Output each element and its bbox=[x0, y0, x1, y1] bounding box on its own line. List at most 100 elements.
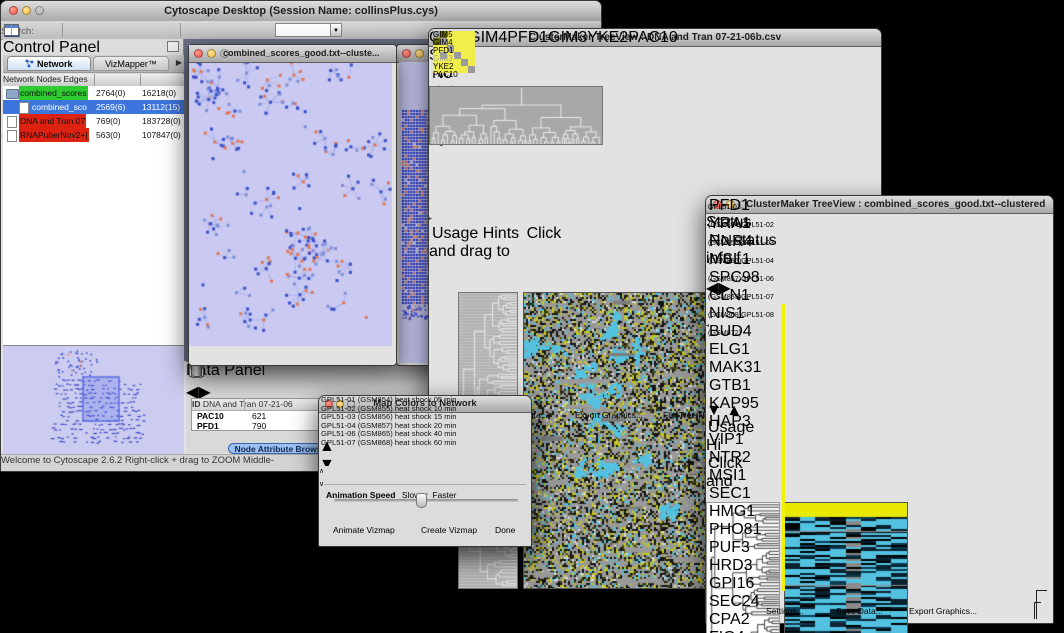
tv2-gene: YRA1 bbox=[709, 215, 761, 233]
attribute-item[interactable]: GPL51-07 (GSM868) heat shock 60 min bbox=[319, 439, 477, 448]
matrix-cell[interactable] bbox=[468, 52, 475, 59]
tv1-column-label: YKE2 bbox=[587, 29, 628, 46]
col-nodes: Nodes bbox=[37, 74, 62, 84]
minimize-button[interactable] bbox=[415, 49, 424, 58]
dialog-button[interactable]: Create Vizmap bbox=[421, 524, 489, 539]
attribute-list-items: GPL51-01 (GSM854) heat shock 05 minGPL51… bbox=[319, 414, 477, 448]
network-row[interactable]: combined_sco2569(6)13112(15) bbox=[3, 100, 184, 114]
tv2-gene-list: PFD1YRA1RNR4MSL1SPC98CLN1NIS1BUD4ELG1MAK… bbox=[709, 197, 761, 633]
control-panel-title: Control Panel bbox=[3, 39, 100, 56]
tv2-gene: ELG1 bbox=[709, 341, 761, 359]
search-input[interactable] bbox=[275, 23, 331, 37]
tv2-button[interactable]: Save Data... bbox=[836, 605, 902, 620]
matrix-cell[interactable] bbox=[468, 45, 475, 52]
matrix-cell[interactable] bbox=[461, 31, 468, 38]
tab-network[interactable]: Network bbox=[7, 56, 91, 71]
cell-value: 621 bbox=[252, 411, 266, 421]
network-edges: 183728(0) bbox=[142, 114, 181, 128]
network-name: RNAPuberNov2+| bbox=[19, 128, 89, 142]
minimize-button[interactable] bbox=[207, 49, 216, 58]
col-edges: Edges bbox=[64, 74, 88, 84]
dialog-button[interactable]: Done bbox=[495, 524, 527, 539]
main-title-bar[interactable]: Cytoscape Desktop (Session Name: collins… bbox=[1, 1, 601, 22]
matrix-cell[interactable] bbox=[468, 38, 475, 45]
network-edges: 107847(0) bbox=[142, 128, 181, 142]
matrix-cell[interactable] bbox=[461, 38, 468, 45]
tab-vizmapper-label: VizMapper™ bbox=[105, 59, 157, 69]
cell-id: PFD1 bbox=[197, 421, 219, 431]
network-name: combined_scores bbox=[19, 86, 88, 100]
tv1-column-label: PAC10 bbox=[628, 29, 678, 46]
dialog-button[interactable]: Animate Vizmap bbox=[333, 524, 415, 539]
birdseye-view[interactable] bbox=[3, 345, 184, 462]
map-colors-dialog: Map Colors to Network Attribute List GPL… bbox=[318, 395, 532, 547]
tv2-gene: HRD3 bbox=[709, 557, 761, 575]
minimize-button[interactable] bbox=[22, 6, 31, 15]
close-button[interactable] bbox=[9, 6, 18, 15]
tv2-button[interactable]: Export Graphics... bbox=[909, 605, 1001, 620]
close-button[interactable] bbox=[402, 49, 411, 58]
toolbar-divider bbox=[62, 23, 63, 37]
toolbar-divider bbox=[180, 23, 181, 37]
document-icon bbox=[7, 130, 17, 142]
matrix-cell[interactable] bbox=[461, 45, 468, 52]
close-button[interactable] bbox=[194, 49, 203, 58]
tv1-gene-list: GIM5GIM4PFD1GIM3YKE2PAC10 bbox=[433, 31, 458, 79]
float-icon[interactable] bbox=[167, 41, 179, 52]
tv1-vscrollbar[interactable] bbox=[429, 594, 441, 633]
tv2-gene: PHO81 bbox=[709, 521, 761, 539]
network-nodes: 2569(6) bbox=[96, 100, 125, 114]
tv2-gene: HAP3 bbox=[709, 413, 761, 431]
matrix-cell[interactable] bbox=[461, 59, 468, 66]
dendrogram-fragment bbox=[1034, 602, 1041, 619]
tv2-button[interactable]: Settings... bbox=[766, 605, 828, 620]
move-up-button[interactable]: ∧ bbox=[319, 466, 343, 479]
network-row[interactable]: DNA and Tran 07 769(0) 183728(0) bbox=[3, 114, 184, 128]
network-edges: 16218(0) bbox=[142, 86, 176, 100]
tv2-gene: PUF3 bbox=[709, 539, 761, 557]
network-list-empty bbox=[3, 142, 184, 345]
main-window-title: Cytoscape Desktop (Session Name: collins… bbox=[1, 1, 601, 21]
data-panel-tab[interactable]: Node Attribute Brows bbox=[228, 443, 328, 454]
tv2-gene: MSL1 bbox=[709, 251, 761, 269]
matrix-cell[interactable] bbox=[461, 52, 468, 59]
tv1-column-labels-panel[interactable]: GIM5GIM4PFD1GIM3YKE2PAC10 bbox=[429, 150, 489, 207]
tv2-selected-column-line bbox=[782, 304, 785, 591]
network-row[interactable]: RNAPuberNov2+|563(0)107847(0) bbox=[3, 128, 184, 142]
network-nodes: 769(0) bbox=[96, 114, 121, 128]
tab-overflow-arrow[interactable]: ▶ bbox=[176, 58, 182, 67]
tv2-gene: SEC1 bbox=[709, 485, 761, 503]
tv2-gene: GPI16 bbox=[709, 575, 761, 593]
net1-title-bar[interactable]: combined_scores_good.txt--cluste... bbox=[189, 45, 396, 63]
attribute-listbox[interactable]: GPL51-01 (GSM854) heat shock 05 minGPL51… bbox=[319, 414, 491, 466]
tv2-gene: GTB1 bbox=[709, 377, 761, 395]
status-welcome: Welcome to Cytoscape 2.6.2 bbox=[1, 455, 122, 466]
search-dropdown-button[interactable]: ▼ bbox=[330, 23, 342, 37]
tv2-gene: PFD1 bbox=[709, 197, 761, 215]
tv2-gene: HMG1 bbox=[709, 503, 761, 521]
matrix-cell[interactable] bbox=[468, 66, 475, 73]
zoom-button[interactable] bbox=[220, 49, 229, 58]
tv1-button[interactable]: Export Graphics... bbox=[575, 409, 659, 424]
zoom-button[interactable] bbox=[35, 6, 44, 15]
matrix-cell[interactable] bbox=[461, 66, 468, 73]
speed-slider-thumb[interactable] bbox=[416, 493, 427, 508]
folder-icon bbox=[6, 89, 19, 99]
document-icon bbox=[7, 116, 17, 128]
tv2-gene: NIS1 bbox=[709, 305, 761, 323]
network-name: DNA and Tran 07 bbox=[19, 114, 86, 128]
tv1-column-label: GIM3 bbox=[548, 29, 587, 46]
document-icon bbox=[19, 102, 29, 114]
status-hint-zoom: Right-click + drag to ZOOM bbox=[125, 455, 240, 466]
status-hint-pan: Middle- bbox=[243, 455, 274, 466]
matrix-cell[interactable] bbox=[468, 59, 475, 66]
tv2-gene: BUD4 bbox=[709, 323, 761, 341]
network-list: combined_scores 2764(0) 16218(0)combined_s… bbox=[3, 86, 184, 142]
birdseye-canvas[interactable] bbox=[3, 346, 176, 452]
matrix-cell[interactable] bbox=[468, 31, 475, 38]
network-view-canvas[interactable] bbox=[189, 45, 392, 346]
col-network: Network bbox=[3, 74, 34, 84]
network-nodes: 2764(0) bbox=[96, 86, 125, 100]
tab-vizmapper[interactable]: VizMapper™ bbox=[93, 56, 169, 71]
network-row[interactable]: combined_scores 2764(0) 16218(0) bbox=[3, 86, 184, 100]
